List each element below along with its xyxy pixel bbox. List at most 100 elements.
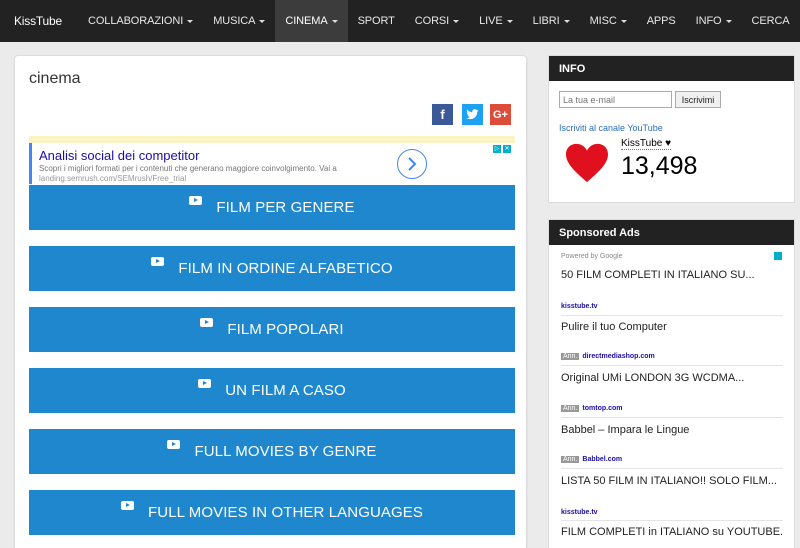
nav-label: CORSI — [414, 15, 450, 27]
ad-url-row: Ann. directmediashop.com — [561, 353, 783, 360]
nav-item-cinema[interactable]: CINEMA — [275, 0, 348, 42]
nav-item-cerca[interactable]: CERCA — [742, 0, 800, 42]
sponsored-ad-url[interactable]: kisstube.tv — [561, 507, 783, 516]
youtube-play-icon — [151, 257, 165, 266]
chevron-right-icon — [408, 157, 417, 171]
caret-down-icon — [331, 19, 338, 23]
page-title: cinema — [29, 70, 81, 87]
sponsored-ad-url[interactable]: kisstube.tv — [561, 301, 783, 310]
nav-item-live[interactable]: LIVE — [469, 0, 522, 42]
ad-url[interactable]: kisstube.tv — [561, 303, 783, 310]
sponsored-ad-item[interactable]: Pulire il tuo Computer — [561, 321, 783, 333]
ad-url[interactable]: landing.semrush.com/SEMrush/Free_trial — [39, 174, 186, 183]
twitter-share-button[interactable] — [462, 104, 483, 125]
caret-down-icon — [506, 19, 513, 23]
nav-label: SPORT — [357, 15, 395, 27]
sponsored-ad-item[interactable]: Babbel – Impara le Lingue — [561, 424, 783, 436]
button-label: FULL MOVIES BY GENRE — [194, 443, 377, 460]
ad-annotation-badge: Ann. — [561, 405, 580, 412]
googleplus-share-button[interactable]: G+ — [490, 104, 511, 125]
ad-title[interactable]: Analisi social dei competitor — [39, 148, 199, 163]
full-movies-by-genre-button[interactable]: FULL MOVIES BY GENRE — [29, 429, 515, 474]
ad-title[interactable]: Pulire il tuo Computer — [561, 321, 783, 333]
sponsored-ad-url[interactable]: Ann. Babbel.com — [561, 454, 783, 463]
full-movies-other-languages-button[interactable]: FULL MOVIES IN OTHER LANGUAGES — [29, 490, 515, 535]
ad-description: Scopri i migliori formati per i contenut… — [39, 164, 369, 184]
nav-item-collaborazioni[interactable]: COLLABORAZIONI — [78, 0, 203, 42]
caret-down-icon — [725, 19, 732, 23]
caret-down-icon — [563, 19, 570, 23]
youtube-play-icon — [121, 501, 134, 510]
ad-title[interactable]: LISTA 50 FILM IN ITALIANO!! SOLO FILM... — [561, 475, 783, 487]
youtube-play-icon — [200, 318, 214, 327]
ad-title[interactable]: Original UMi LONDON 3G WCDMA... — [561, 372, 783, 384]
nav-item-info[interactable]: INFO — [686, 0, 742, 42]
facebook-share-button[interactable]: f — [432, 104, 453, 125]
youtube-subscribe-link[interactable]: Iscriviti al canale YouTube — [559, 123, 663, 133]
button-label: FULL MOVIES IN OTHER LANGUAGES — [148, 504, 423, 521]
ad-url[interactable]: kisstube.tv — [561, 509, 783, 516]
nav-label: MISC — [589, 15, 617, 27]
ad-desc-text: Scopri i migliori formati per i contenut… — [39, 164, 337, 173]
sponsored-ad-item[interactable]: 50 FILM COMPLETI IN ITALIANO SU... — [561, 269, 783, 281]
nav-label: CERCA — [751, 15, 790, 27]
sponsored-ads-widget: Sponsored Ads Powered by Google 50 FILM … — [548, 219, 795, 548]
channel-name[interactable]: KissTube ♥ — [621, 138, 672, 150]
ad-choices[interactable]: ▷ ✕ — [493, 145, 511, 153]
nav-label: LIVE — [479, 15, 503, 27]
ad-title[interactable]: 50 FILM COMPLETI IN ITALIANO SU... — [561, 269, 783, 281]
brand-name: KissTube — [14, 14, 62, 28]
film-per-genere-button[interactable]: FILM PER GENERE — [29, 185, 515, 230]
email-input[interactable] — [559, 91, 672, 108]
sponsored-ad-url[interactable]: Ann. directmediashop.com — [561, 351, 783, 360]
ad-annotation-badge: Ann. — [561, 456, 580, 463]
caret-down-icon — [187, 19, 194, 23]
button-label: UN FILM A CASO — [225, 382, 346, 399]
nav-label: INFO — [695, 15, 722, 27]
powered-by-google: Powered by Google — [561, 253, 623, 260]
ad-url[interactable]: Babbel.com — [582, 456, 622, 463]
divider — [561, 417, 783, 418]
nav-label: APPS — [646, 15, 676, 27]
top-navbar: KissTube COLLABORAZIONI MUSICA CINEMA SP… — [0, 0, 800, 42]
divider — [561, 468, 783, 469]
sponsored-ad-item[interactable]: Original UMi LONDON 3G WCDMA... — [561, 372, 783, 384]
film-popolari-button[interactable]: FILM POPOLARI — [29, 307, 515, 352]
nav-label: COLLABORAZIONI — [88, 15, 184, 27]
subscriber-count: 13,498 — [621, 152, 698, 180]
sponsored-ad-item[interactable]: FILM COMPLETI in ITALIANO su YOUTUBE... — [561, 526, 783, 538]
sponsored-ad-url[interactable]: Ann. tomtop.com — [561, 403, 783, 412]
nav-item-apps[interactable]: APPS — [637, 0, 686, 42]
film-ordine-alfabetico-button[interactable]: FILM IN ORDINE ALFABETICO — [29, 246, 515, 291]
adchoices-icon: ▷ — [493, 145, 501, 153]
ad-annotation-badge: Ann. — [561, 353, 580, 360]
adchoices-icon[interactable] — [774, 252, 782, 260]
text-ad[interactable]: Analisi social dei competitor Scopri i m… — [29, 143, 515, 184]
heart-icon — [566, 143, 608, 183]
ad-open-button[interactable] — [397, 149, 427, 179]
nav-item-musica[interactable]: MUSICA — [203, 0, 275, 42]
sponsored-ad-item[interactable]: LISTA 50 FILM IN ITALIANO!! SOLO FILM... — [561, 475, 783, 487]
close-icon: ✕ — [503, 145, 511, 153]
ad-title[interactable]: Babbel – Impara le Lingue — [561, 424, 783, 436]
twitter-icon — [466, 109, 479, 120]
nav-item-corsi[interactable]: CORSI — [405, 0, 469, 42]
nav-item-misc[interactable]: MISC — [580, 0, 637, 42]
ad-url[interactable]: directmediashop.com — [582, 353, 654, 360]
heart-icon: ♥ — [665, 138, 672, 149]
button-label: FILM POPOLARI — [227, 321, 344, 338]
youtube-play-icon — [189, 196, 203, 205]
ad-top-strip — [29, 136, 515, 143]
brand-logo[interactable]: KissTube — [0, 0, 78, 42]
nav-item-libri[interactable]: LIBRI — [523, 0, 580, 42]
film-a-caso-button[interactable]: UN FILM A CASO — [29, 368, 515, 413]
ad-url[interactable]: tomtop.com — [582, 405, 622, 412]
nav-label: CINEMA — [285, 15, 328, 27]
ad-url-row: Ann. Babbel.com — [561, 456, 783, 463]
googleplus-icon: G+ — [493, 108, 508, 121]
ad-url-row: Ann. tomtop.com — [561, 405, 783, 412]
nav-label: MUSICA — [213, 15, 256, 27]
ad-title[interactable]: FILM COMPLETI in ITALIANO su YOUTUBE... — [561, 526, 783, 538]
subscribe-button[interactable]: Iscrivimi — [675, 91, 721, 108]
nav-item-sport[interactable]: SPORT — [348, 0, 405, 42]
